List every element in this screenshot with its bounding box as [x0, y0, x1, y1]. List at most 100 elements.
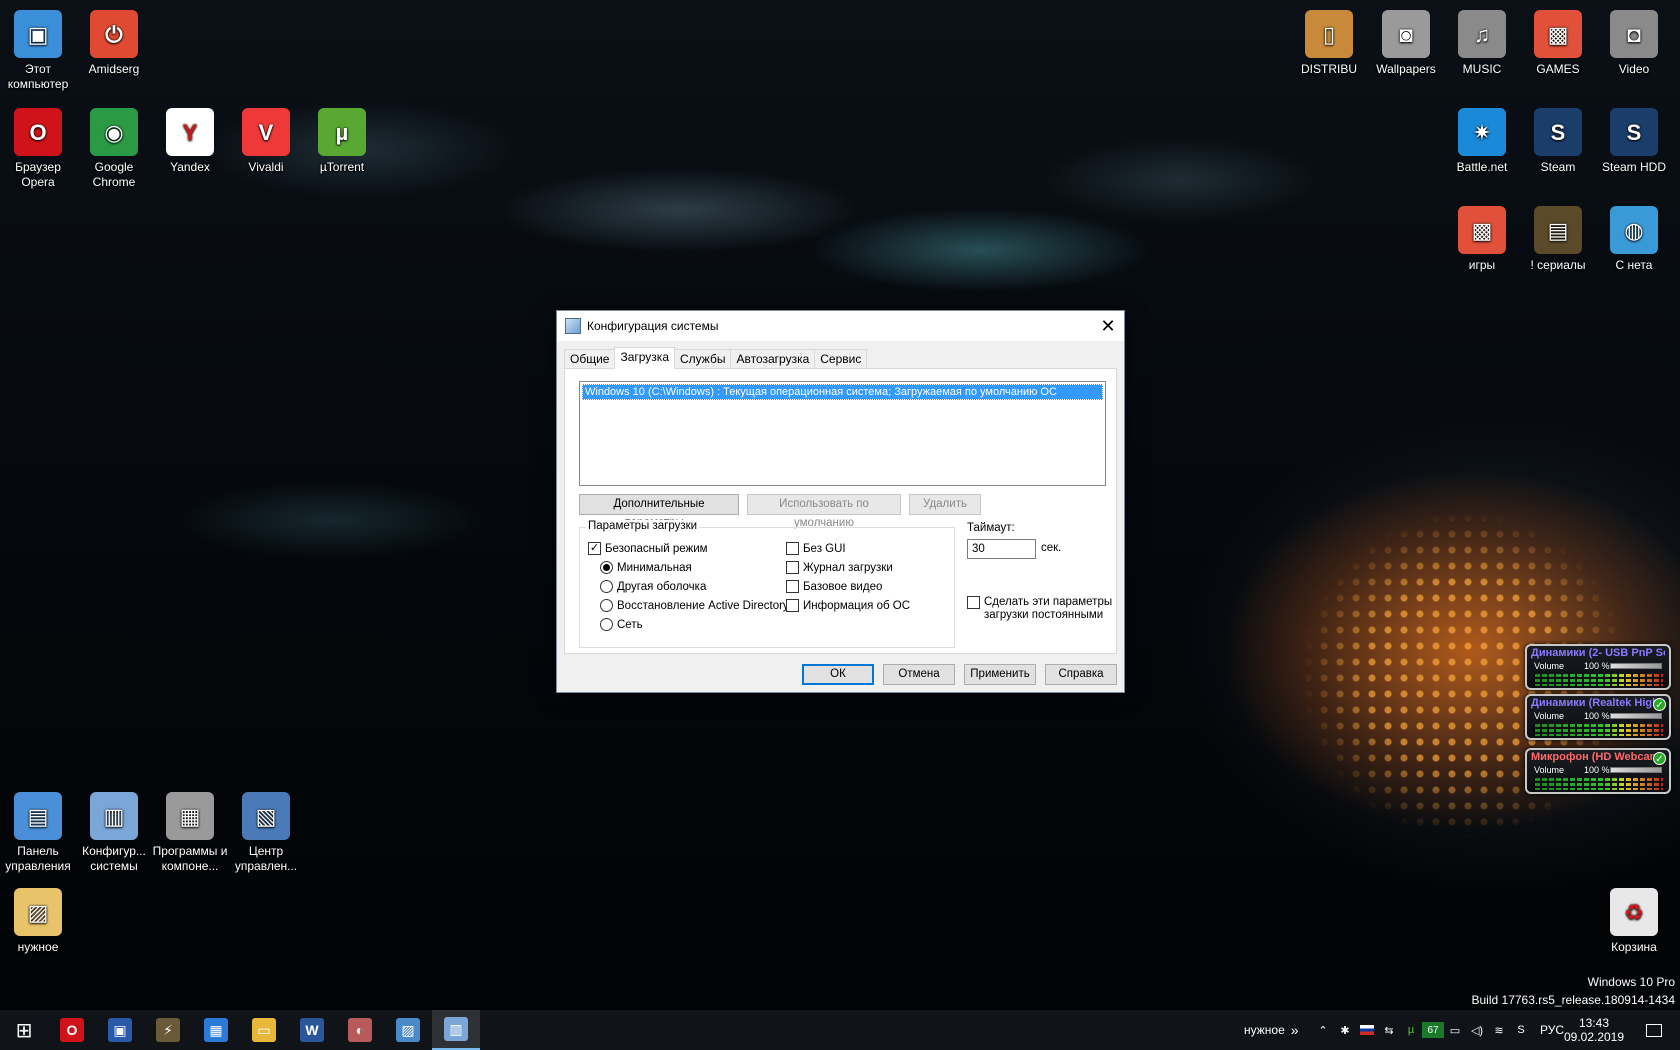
recycle-bin-icon: ♻: [1610, 888, 1658, 936]
toolbar-folder[interactable]: нужное »: [1244, 1010, 1299, 1050]
desktop-icon-msconfig[interactable]: ▥ Конфигур... системы: [76, 786, 152, 874]
taskbar-winamp[interactable]: ⚡: [144, 1010, 192, 1050]
os-list[interactable]: Windows 10 (C:\Windows) : Текущая операц…: [579, 381, 1106, 486]
make-permanent-checkbox[interactable]: Сделать эти параметры загрузки постоянны…: [967, 596, 1112, 622]
checkbox-icon: [786, 599, 799, 612]
desktop-icon-distribu[interactable]: ▯ DISTRIBU: [1291, 4, 1367, 77]
desktop-icon-recycle-bin[interactable]: ♻ Корзина: [1596, 882, 1672, 955]
dialog-titlebar[interactable]: Конфигурация системы ✕: [557, 311, 1124, 341]
ok-button[interactable]: ОК: [802, 664, 874, 685]
desktop-icon-games[interactable]: ▩ GAMES: [1520, 4, 1596, 77]
volume-meter-widget[interactable]: Микрофон (HD Webcam Volume 100 % ✓: [1525, 748, 1671, 794]
wifi-icon[interactable]: ≋: [1488, 1022, 1510, 1038]
volume-slider[interactable]: [1610, 713, 1662, 719]
base-video-checkbox[interactable]: Базовое видео: [786, 580, 882, 593]
boot-options-group: Параметры загрузки ✓ Безопасный режим Ми…: [579, 520, 955, 648]
checkbox-icon: [967, 596, 980, 609]
tab-boot[interactable]: Загрузка: [614, 347, 675, 369]
desktop-icon-videocamera[interactable]: ◘ Video: [1596, 4, 1672, 77]
desktop-icon-film[interactable]: ▤ ! сериалы: [1520, 200, 1596, 273]
desktop-icon-steam[interactable]: S Steam: [1520, 102, 1596, 175]
help-button[interactable]: Справка: [1045, 664, 1117, 685]
desktop-icon-computer[interactable]: ▣ Этот компьютер: [0, 4, 76, 92]
clock[interactable]: 13:43 09.02.2019: [1562, 1010, 1626, 1050]
action-center-icon[interactable]: [1636, 1010, 1672, 1050]
explorer-icon: ▭: [252, 1018, 276, 1042]
checkbox-icon: [786, 561, 799, 574]
desktop-icon-network-center[interactable]: ▧ Центр управлен...: [228, 786, 304, 874]
safe-boot-checkbox[interactable]: ✓ Безопасный режим: [588, 542, 708, 555]
programs-icon: ▦: [166, 792, 214, 840]
volume-slider[interactable]: [1610, 663, 1662, 669]
os-list-item[interactable]: Windows 10 (C:\Windows) : Текущая операц…: [582, 384, 1103, 400]
utorrent-icon: µ: [318, 108, 366, 156]
desktop-icon-games-folder[interactable]: ▩ игры: [1444, 200, 1520, 273]
minimal-radio[interactable]: Минимальная: [600, 561, 692, 574]
timeout-input[interactable]: [967, 539, 1036, 559]
games-folder-icon: ▩: [1458, 206, 1506, 254]
steam-tray-icon[interactable]: S: [1510, 1022, 1532, 1038]
temperature-icon[interactable]: 67: [1422, 1022, 1444, 1038]
desktop-icon-steam-hdd[interactable]: S Steam HDD: [1596, 102, 1672, 175]
app-icon: ◐: [348, 1018, 372, 1042]
desktop-icon-battlenet[interactable]: ✷ Battle.net: [1444, 102, 1520, 175]
set-default-button[interactable]: Использовать по умолчанию: [747, 494, 901, 529]
teamviewer-icon[interactable]: ⇆: [1378, 1022, 1400, 1038]
taskbar-store[interactable]: ▦: [192, 1010, 240, 1050]
desktop-icon-yandex[interactable]: Y Yandex: [152, 102, 228, 175]
desktop-icon-power[interactable]: ⏻ Amidserg: [76, 4, 152, 77]
ad-repair-radio[interactable]: Восстановление Active Directory: [600, 599, 789, 612]
desktop-icon-folder[interactable]: ▨ нужное: [0, 882, 76, 955]
os-info-checkbox[interactable]: Информация об ОС: [786, 599, 910, 612]
taskbar-msconfig[interactable]: ▥: [432, 1010, 480, 1050]
volume-icon[interactable]: ◁): [1466, 1022, 1488, 1038]
desktop-icon-globe[interactable]: ◍ С нета: [1596, 200, 1672, 273]
show-hidden-icons-icon[interactable]: ⌃: [1312, 1022, 1334, 1038]
desktop-icon-camera[interactable]: ◙ Wallpapers: [1368, 4, 1444, 77]
desktop-icon-programs[interactable]: ▦ Программы и компоне...: [152, 786, 228, 874]
checkbox-icon: [786, 542, 799, 555]
desktop-icon-utorrent[interactable]: µ µTorrent: [304, 102, 380, 175]
apply-button[interactable]: Применить: [964, 664, 1036, 685]
display-icon[interactable]: ▭: [1444, 1022, 1466, 1038]
taskbar-save[interactable]: ▣: [96, 1010, 144, 1050]
chevron-icon[interactable]: »: [1291, 1022, 1299, 1038]
network-status-icon[interactable]: ✱: [1334, 1022, 1356, 1038]
advanced-options-button[interactable]: Дополнительные параметры...: [579, 494, 739, 529]
tab-general[interactable]: Общие: [564, 349, 616, 369]
desktop-icon-label: Центр управлен...: [234, 844, 298, 873]
alternate-shell-radio[interactable]: Другая оболочка: [600, 580, 706, 593]
volume-percent: 100 %: [1584, 765, 1610, 775]
desktop-icon-vivaldi[interactable]: V Vivaldi: [228, 102, 304, 175]
start-button[interactable]: ⊞: [0, 1010, 48, 1050]
tab-services[interactable]: Службы: [674, 349, 732, 369]
cancel-button[interactable]: Отмена: [883, 664, 955, 685]
network-radio[interactable]: Сеть: [600, 618, 643, 631]
tab-startup[interactable]: Автозагрузка: [730, 349, 816, 369]
volume-meter-widget[interactable]: Динамики (Realtek High Volume 100 % ✓: [1525, 694, 1671, 740]
desktop-icon-chrome[interactable]: ◉ Google Chrome: [76, 102, 152, 190]
desktop-icon-control-panel[interactable]: ▤ Панель управления: [0, 786, 76, 874]
taskbar-app[interactable]: ◐: [336, 1010, 384, 1050]
boot-log-checkbox[interactable]: Журнал загрузки: [786, 561, 893, 574]
taskbar-explorer[interactable]: ▭: [240, 1010, 288, 1050]
taskbar-word[interactable]: W: [288, 1010, 336, 1050]
close-icon[interactable]: ✕: [1092, 311, 1124, 341]
taskbar: ⊞ O ▣ ⚡ ▦ ▭ W ◐ ▨ ▥ нужное » ⌃ ✱ ⇆ µ 67 ▭ ◁) ≋ S …: [0, 1010, 1680, 1050]
desktop-icon-speaker[interactable]: ♫ MUSIC: [1444, 4, 1520, 77]
folder-icon: ▨: [14, 888, 62, 936]
checkbox-checked-icon: ✓: [588, 542, 601, 555]
tab-tools[interactable]: Сервис: [814, 349, 868, 369]
taskbar-photos[interactable]: ▨: [384, 1010, 432, 1050]
taskbar-opera[interactable]: O: [48, 1010, 96, 1050]
flag-ru-icon[interactable]: [1356, 1022, 1378, 1038]
delete-button[interactable]: Удалить: [909, 494, 981, 515]
network-center-icon: ▧: [242, 792, 290, 840]
volume-slider[interactable]: [1610, 767, 1662, 773]
volume-meter-widget[interactable]: Динамики (2- USB PnP Sound Volume 100 %: [1525, 644, 1671, 690]
desktop-icon-opera[interactable]: O Браузер Opera: [0, 102, 76, 190]
no-gui-checkbox[interactable]: Без GUI: [786, 542, 846, 555]
msconfig-icon: [565, 318, 581, 334]
utorrent-tray-icon[interactable]: µ: [1400, 1022, 1422, 1038]
volume-label: Volume: [1534, 711, 1565, 721]
